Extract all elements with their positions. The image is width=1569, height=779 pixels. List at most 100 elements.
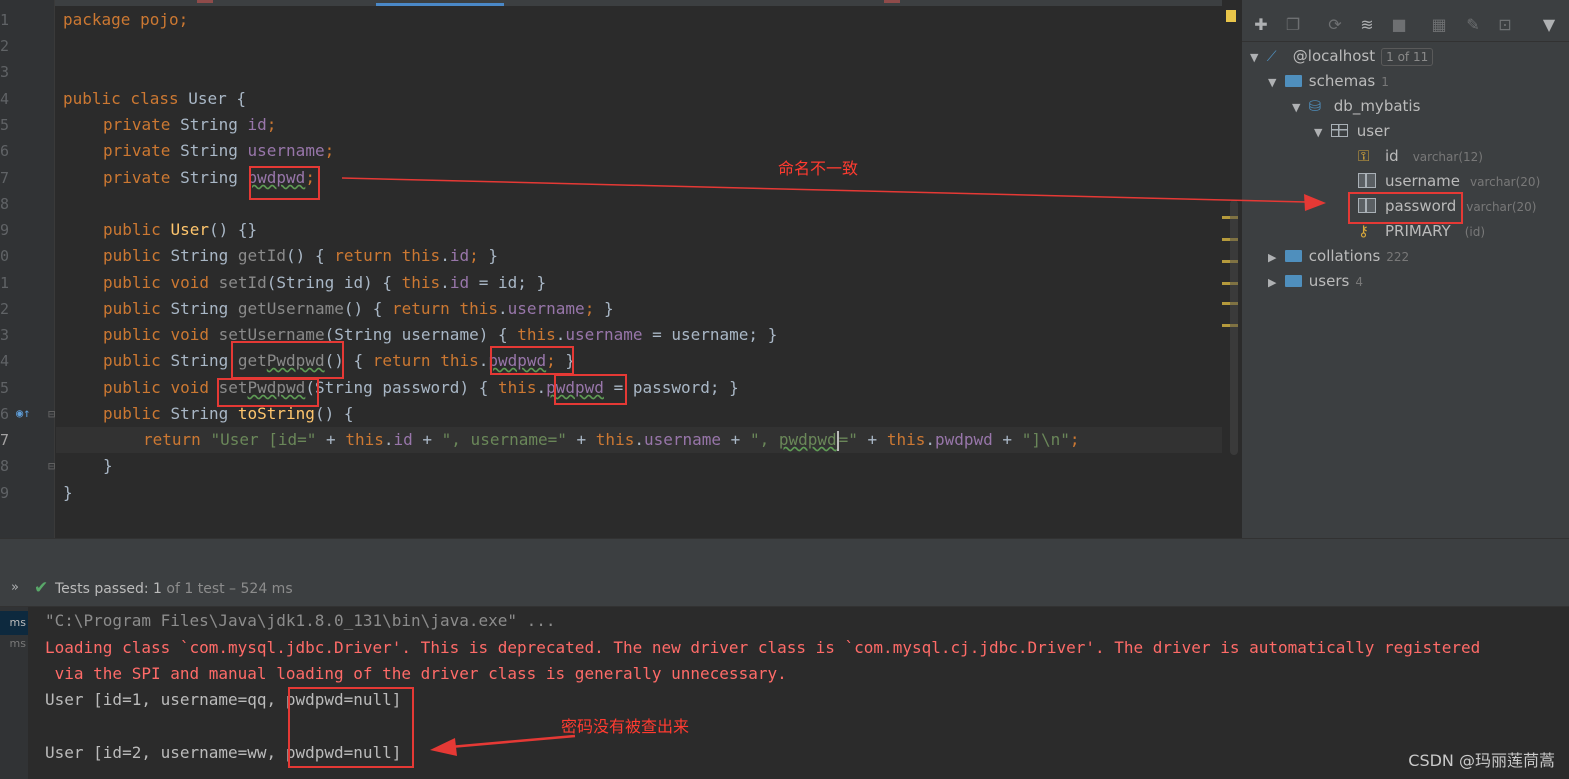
expand-arrow-icon[interactable]: ▼ bbox=[1292, 95, 1304, 120]
keyword: public bbox=[103, 404, 161, 423]
code-text: () { bbox=[286, 246, 335, 265]
stop-icon[interactable]: ■ bbox=[1388, 14, 1410, 36]
expand-arrow-icon[interactable]: ▼ bbox=[1250, 45, 1262, 70]
tree-node-column-id[interactable]: ⚿ id varchar(12) bbox=[1358, 144, 1483, 169]
keyword: void bbox=[170, 378, 209, 397]
tree-node-label: db_mybatis bbox=[1333, 97, 1421, 115]
type: String bbox=[180, 115, 238, 134]
editor-scrollbar[interactable] bbox=[1222, 0, 1240, 538]
code-line: public void setUsername(String username)… bbox=[103, 325, 778, 344]
collapse-arrow-icon[interactable]: ▶ bbox=[1268, 245, 1280, 270]
keyword: this bbox=[345, 430, 384, 449]
test-duration[interactable]: ms bbox=[0, 611, 28, 635]
panel-divider[interactable] bbox=[0, 538, 1569, 572]
code-text: = id; bbox=[469, 273, 537, 292]
keyword: void bbox=[170, 273, 209, 292]
test-duration[interactable]: ms bbox=[0, 637, 28, 650]
fold-icon[interactable]: ⊟ bbox=[48, 408, 55, 420]
field-name: pwdpwd bbox=[934, 430, 993, 449]
status-detail: of 1 test – 524 ms bbox=[161, 581, 293, 597]
type: String bbox=[170, 351, 229, 370]
line-number: 9 bbox=[0, 484, 10, 502]
expand-arrow-icon[interactable]: ▼ bbox=[1268, 70, 1280, 95]
database-toolbar: ✚ ❐ ⟳ ≋ ■ ▦ ✎ ⊡ ▼ bbox=[1242, 8, 1569, 42]
keyword: void bbox=[170, 325, 209, 344]
code-line: public User() {} bbox=[103, 217, 257, 243]
keyword: public bbox=[103, 273, 161, 292]
keyword: this bbox=[401, 246, 441, 265]
punct: ; bbox=[469, 246, 479, 265]
tree-node-users[interactable]: ▶ users 4 bbox=[1268, 269, 1363, 294]
code-line: public void setPwdpwd(String password) {… bbox=[103, 378, 739, 397]
keyword: public bbox=[103, 299, 161, 318]
active-tab-indicator bbox=[376, 3, 504, 6]
edit-icon[interactable]: ✎ bbox=[1462, 14, 1484, 36]
tree-node-collations[interactable]: ▶ collations 222 bbox=[1268, 244, 1409, 269]
highlight-box bbox=[288, 687, 414, 768]
test-status: Tests passed: 1 of 1 test – 524 ms bbox=[55, 581, 293, 597]
console-output[interactable]: ms ms "C:\Program Files\Java\jdk1.8.0_13… bbox=[0, 607, 1569, 779]
punct: ; bbox=[584, 299, 595, 318]
field-name: username bbox=[643, 430, 722, 449]
console-line: via the SPI and manual loading of the dr… bbox=[45, 664, 787, 683]
tree-node-user-table[interactable]: ▼ user bbox=[1314, 119, 1390, 144]
keyword: this bbox=[401, 273, 441, 292]
code-text: { bbox=[334, 404, 354, 423]
code-line: public String getUsername() { return thi… bbox=[103, 299, 614, 318]
expand-chevron-icon[interactable]: » bbox=[11, 580, 19, 595]
tree-node-db-mybatis[interactable]: ▼ ⛁ db_mybatis bbox=[1292, 94, 1420, 119]
filter-icon[interactable]: ▼ bbox=[1538, 14, 1560, 36]
line-number: 9 bbox=[0, 221, 10, 239]
code-editor[interactable]: 1 2 3 4 5 6 7 8 9 0 1 2 3 4 5 6 7 8 9 ◉↑… bbox=[0, 0, 1240, 538]
tree-node-label: id bbox=[1385, 147, 1399, 165]
scrollbar-thumb[interactable] bbox=[1230, 200, 1238, 455]
line-number: 4 bbox=[0, 90, 10, 108]
tree-node-label: username bbox=[1385, 172, 1460, 190]
method-name: User bbox=[170, 220, 209, 239]
tree-node-column-username[interactable]: username varchar(20) bbox=[1358, 169, 1540, 194]
punct: ; bbox=[324, 141, 335, 160]
override-icon[interactable]: ◉↑ bbox=[16, 407, 30, 419]
line-number: 7 bbox=[0, 169, 10, 187]
refresh-icon[interactable]: ⟳ bbox=[1324, 14, 1346, 36]
collapse-arrow-icon[interactable]: ▶ bbox=[1268, 270, 1280, 295]
tree-node-schemas[interactable]: ▼ schemas 1 bbox=[1268, 69, 1389, 94]
keyword: this bbox=[517, 325, 556, 344]
keyword: public class bbox=[63, 89, 179, 108]
punct: ; bbox=[266, 115, 277, 134]
tree-node-localhost[interactable]: ▼ ⟋ @localhost 1 of 11 bbox=[1250, 44, 1434, 70]
keyword: public bbox=[103, 246, 161, 265]
line-number: 1 bbox=[0, 11, 10, 29]
copy-icon[interactable]: ❐ bbox=[1282, 14, 1304, 36]
string-literal: =" bbox=[838, 430, 858, 449]
line-number: 3 bbox=[0, 326, 10, 344]
keyword: this bbox=[440, 351, 479, 370]
expand-arrow-icon[interactable]: ▼ bbox=[1314, 120, 1326, 145]
operator: + bbox=[992, 430, 1022, 449]
key-columns: (id) bbox=[1464, 225, 1486, 239]
watermark: CSDN @玛丽莲茼蒿 bbox=[1408, 751, 1555, 770]
tree-node-label: @localhost bbox=[1292, 47, 1376, 65]
warning-indicator-icon[interactable] bbox=[1226, 10, 1236, 22]
schema-sync-icon[interactable]: ≋ bbox=[1356, 14, 1378, 36]
schema-count-badge[interactable]: 1 of 11 bbox=[1381, 48, 1434, 66]
line-number: 6 bbox=[0, 405, 10, 423]
plus-icon[interactable]: ✚ bbox=[1250, 14, 1272, 36]
keyword: this bbox=[497, 378, 537, 397]
string-literal: ", username=" bbox=[441, 430, 567, 449]
table-view-icon[interactable]: ▦ bbox=[1428, 14, 1450, 36]
code-line: private String id; bbox=[103, 112, 276, 138]
code-line: public void setId(String id) { this.id =… bbox=[103, 273, 547, 292]
operator: + bbox=[721, 430, 750, 449]
tree-node-label: users bbox=[1308, 272, 1350, 290]
highlight-box bbox=[249, 166, 320, 200]
status-count: 1 bbox=[153, 581, 162, 597]
query-console-icon[interactable]: ⊡ bbox=[1494, 14, 1516, 36]
table-icon bbox=[1330, 124, 1348, 137]
code-text: (String username) { bbox=[324, 325, 518, 344]
fold-icon[interactable]: ⊟ bbox=[48, 460, 55, 472]
line-number: 2 bbox=[0, 300, 10, 318]
code-line: private String username; bbox=[103, 138, 334, 164]
punct: ; bbox=[1069, 430, 1080, 449]
line-number: 0 bbox=[0, 247, 10, 265]
